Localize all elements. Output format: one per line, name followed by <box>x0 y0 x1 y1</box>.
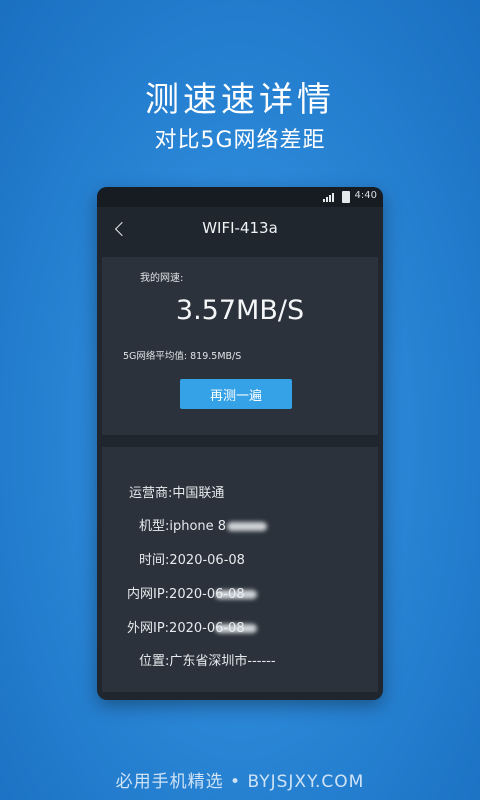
average-row: 5G网络平均值: 819.5MB/S <box>123 348 241 362</box>
redacted-mask <box>214 590 257 599</box>
page-title: WIFI-413a <box>202 219 278 237</box>
time-row: 时间:2020-06-08 <box>139 553 245 568</box>
battery-icon <box>342 191 350 203</box>
model-row: 机型:iphone 8 <box>139 515 268 534</box>
average-value: 819.5MB/S <box>190 351 242 362</box>
carrier-row: 运营商:中国联通 <box>129 486 225 501</box>
info-card: 运营商:中国联通 机型:iphone 8 时间:2020-06-08 内网IP:… <box>102 447 378 692</box>
status-bar: 4:40 <box>97 187 383 207</box>
promo-subtitle: 对比5G网络差距 <box>154 128 326 153</box>
redacted-mask <box>214 624 257 633</box>
status-time: 4:40 <box>354 190 377 201</box>
footer-watermark: 必用手机精选 • BYJSJXY.COM <box>115 772 365 792</box>
signal-icon <box>323 193 335 202</box>
phone-screen: 4:40 WIFI-413a 我的网速: 3.57MB/S 5G网络平均值: 8… <box>97 187 383 700</box>
location-row: 位置:广东省深圳市------ <box>139 654 276 669</box>
model-text: 机型:iphone 8 <box>139 519 227 534</box>
redacted-mask <box>227 522 268 531</box>
speed-value: 3.57MB/S <box>175 295 305 326</box>
retest-button[interactable]: 再测一遍 <box>180 379 292 409</box>
average-label: 5G网络平均值: <box>123 351 188 362</box>
nav-bar: WIFI-413a <box>97 207 383 251</box>
lan-ip-row: 内网IP:2020-06-08 <box>127 583 257 602</box>
speed-label: 我的网速: <box>140 273 184 284</box>
wan-ip-row: 外网IP:2020-06-08 <box>127 617 257 636</box>
promo-title: 测速速详情 <box>145 80 335 120</box>
speed-card: 我的网速: 3.57MB/S 5G网络平均值: 819.5MB/S 再测一遍 <box>102 257 378 435</box>
